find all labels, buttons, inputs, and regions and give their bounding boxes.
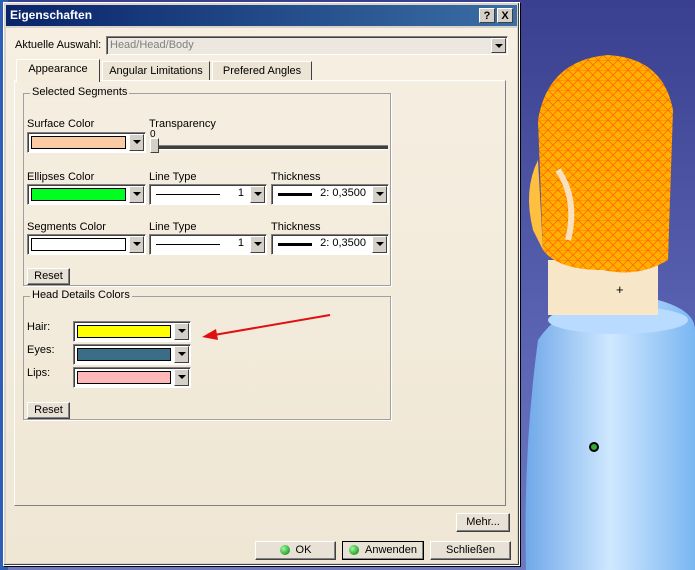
chevron-down-icon[interactable] xyxy=(174,369,189,386)
ok-label: OK xyxy=(295,544,312,556)
ellipses-color-swatch xyxy=(31,188,126,201)
chevron-down-icon[interactable] xyxy=(372,186,387,203)
transparency-slider-thumb[interactable] xyxy=(150,138,159,153)
close-dialog-button[interactable]: Schließen xyxy=(430,541,511,560)
ok-button[interactable]: OK xyxy=(255,541,336,560)
hair-label: Hair: xyxy=(27,321,51,333)
head-details-title: Head Details Colors xyxy=(30,289,132,301)
chevron-down-icon[interactable] xyxy=(129,186,144,203)
dialog-body: Aktuelle Auswahl: Head/Head/Body Appeara… xyxy=(6,28,517,563)
tab-prefered-angles[interactable]: Prefered Angles xyxy=(212,61,312,81)
title-bar[interactable]: Eigenschaften ? X xyxy=(6,5,517,26)
eyes-color-picker[interactable] xyxy=(73,344,191,365)
apply-label: Anwenden xyxy=(365,544,417,556)
close-button[interactable]: X xyxy=(497,8,513,23)
eyes-color-swatch xyxy=(77,348,171,361)
tab-appearance[interactable]: Appearance xyxy=(16,59,100,82)
line-type-value-1: 1 xyxy=(237,187,244,199)
segments-color-swatch xyxy=(31,238,126,251)
help-button[interactable]: ? xyxy=(479,8,495,23)
chevron-down-icon[interactable] xyxy=(129,236,144,253)
segments-reset-button[interactable]: Reset xyxy=(27,268,70,285)
surface-color-swatch xyxy=(31,136,126,149)
selected-segments-title: Selected Segments xyxy=(30,86,130,98)
line-type-label-1: Line Type xyxy=(149,171,197,183)
thickness-label-2: Thickness xyxy=(271,221,321,233)
thickness-select-2[interactable]: 2: 0,3500 xyxy=(271,234,389,255)
line-sample xyxy=(156,244,220,245)
head-details-reset-button[interactable]: Reset xyxy=(27,402,70,419)
chevron-down-icon[interactable] xyxy=(250,186,265,203)
hair-color-swatch xyxy=(77,325,171,338)
thickness-select-1[interactable]: 2: 0,3500 xyxy=(271,184,389,205)
line-type-select-2[interactable]: 1 xyxy=(149,234,267,255)
window-title: Eigenschaften xyxy=(10,8,93,22)
lips-color-swatch xyxy=(77,371,171,384)
transparency-label: Transparency xyxy=(149,118,216,130)
chevron-down-icon[interactable] xyxy=(372,236,387,253)
line-type-value-2: 1 xyxy=(237,237,244,249)
tab-angular-limitations[interactable]: Angular Limitations xyxy=(102,61,210,81)
segments-color-picker[interactable] xyxy=(27,234,146,255)
more-button[interactable]: Mehr... xyxy=(456,513,510,532)
head-model xyxy=(525,55,695,570)
chevron-down-icon[interactable] xyxy=(174,323,189,340)
thickness-label-1: Thickness xyxy=(271,171,321,183)
crosshair-icon: + xyxy=(616,282,624,297)
thickness-value-2: 2: 0,3500 xyxy=(320,237,366,249)
chevron-down-icon[interactable] xyxy=(250,236,265,253)
line-sample xyxy=(156,194,220,195)
target-icon[interactable] xyxy=(589,442,599,452)
apply-status-icon xyxy=(349,545,359,556)
line-type-select-1[interactable]: 1 xyxy=(149,184,267,205)
transparency-slider-track[interactable] xyxy=(152,145,388,150)
selection-value: Head/Head/Body xyxy=(110,39,194,51)
segments-color-label: Segments Color xyxy=(27,221,106,233)
thickness-sample xyxy=(278,193,312,196)
apply-button[interactable]: Anwenden xyxy=(342,541,424,560)
selection-label: Aktuelle Auswahl: xyxy=(15,39,102,51)
thickness-value-1: 2: 0,3500 xyxy=(320,187,366,199)
lips-color-picker[interactable] xyxy=(73,367,191,388)
properties-dialog: Eigenschaften ? X Aktuelle Auswahl: Head… xyxy=(3,2,520,566)
ok-status-icon xyxy=(279,545,290,556)
hair-color-picker[interactable] xyxy=(73,321,191,342)
ellipses-color-label: Ellipses Color xyxy=(27,171,95,183)
surface-color-label: Surface Color xyxy=(27,118,95,130)
line-type-label-2: Line Type xyxy=(149,221,197,233)
thickness-sample xyxy=(278,243,312,246)
eyes-label: Eyes: xyxy=(27,344,55,356)
selection-combo[interactable]: Head/Head/Body xyxy=(106,36,508,55)
chevron-down-icon[interactable] xyxy=(174,346,189,363)
annotation-arrow-icon xyxy=(202,314,331,340)
ellipses-color-picker[interactable] xyxy=(27,184,146,205)
chevron-down-icon[interactable] xyxy=(491,38,506,53)
lips-label: Lips: xyxy=(27,367,51,379)
surface-color-picker[interactable] xyxy=(27,132,146,153)
chevron-down-icon[interactable] xyxy=(129,134,144,151)
